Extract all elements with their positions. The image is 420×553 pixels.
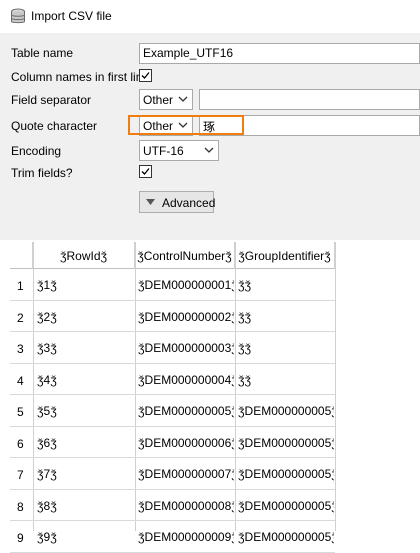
import-options-form: Table name Example_UTF16 Column names in…	[0, 33, 420, 240]
table-row[interactable]: 9 ǯ9ǯ ǯDEM000000009ǯ ǯDEM000000005ǯ	[10, 521, 335, 553]
table-cell[interactable]: ǯDEM000000002ǯ	[138, 310, 234, 324]
table-cell[interactable]: ǯDEM000000007ǯ	[138, 467, 234, 481]
table-cell[interactable]: ǯDEM000000005ǯ	[238, 499, 334, 513]
table-cell[interactable]: ǯ3ǯ	[37, 341, 133, 355]
row-number: 6	[17, 436, 24, 451]
field-separator-custom-input[interactable]	[199, 89, 420, 110]
table-cell[interactable]: ǯǯ	[238, 278, 334, 292]
advanced-button[interactable]: Advanced	[139, 191, 216, 213]
table-cell[interactable]: ǯǯ	[238, 373, 334, 387]
column-names-checkbox[interactable]	[139, 69, 152, 82]
table-cell[interactable]: ǯDEM000000005ǯ	[138, 404, 234, 418]
row-number: 1	[17, 279, 24, 293]
chevron-down-icon	[204, 147, 214, 153]
table-name-input[interactable]: Example_UTF16	[139, 43, 420, 64]
table-cell[interactable]: ǯDEM000000005ǯ	[238, 404, 334, 418]
encoding-label: Encoding	[11, 144, 62, 158]
column-header-rowid[interactable]: ǯRowIdǯ	[33, 242, 135, 269]
quote-character-label: Quote character	[11, 119, 98, 133]
row-number: 8	[17, 499, 24, 514]
table-cell[interactable]: ǯDEM000000001ǯ	[138, 278, 234, 292]
row-number: 2	[17, 310, 24, 325]
table-cell[interactable]: ǯ9ǯ	[37, 530, 133, 544]
table-row[interactable]: 5 ǯ5ǯ ǯDEM000000005ǯ ǯDEM000000005ǯ	[10, 395, 335, 427]
table-row[interactable]: 7 ǯ7ǯ ǯDEM000000007ǯ ǯDEM000000005ǯ	[10, 458, 335, 490]
table-row[interactable]: 8 ǯ8ǯ ǯDEM000000008ǯ ǯDEM000000005ǯ	[10, 490, 335, 521]
table-cell[interactable]: ǯ6ǯ	[37, 436, 133, 450]
table-cell[interactable]: ǯ2ǯ	[37, 310, 133, 324]
quote-character-value: Other	[143, 119, 174, 133]
table-row[interactable]: 4 ǯ4ǯ ǯDEM000000004ǯ ǯǯ	[10, 364, 335, 395]
trim-fields-checkbox[interactable]	[139, 165, 152, 178]
row-number: 9	[17, 531, 24, 545]
row-number: 7	[17, 468, 24, 482]
row-number: 3	[17, 342, 24, 356]
quote-character-select[interactable]: Other	[139, 115, 193, 136]
table-cell[interactable]: ǯDEM000000004ǯ	[138, 373, 234, 387]
checkmark-icon	[141, 168, 150, 175]
table-cell[interactable]: ǯDEM000000008ǯ	[138, 499, 234, 513]
row-number: 4	[17, 373, 24, 388]
chevron-down-icon	[178, 122, 188, 128]
field-separator-select[interactable]: Other	[139, 89, 193, 110]
advanced-button-label: Advanced	[162, 196, 216, 210]
checkmark-icon	[141, 72, 150, 79]
table-cell[interactable]: ǯDEM000000005ǯ	[238, 530, 334, 544]
table-cell[interactable]: ǯ8ǯ	[37, 499, 133, 513]
table-row[interactable]: 3 ǯ3ǯ ǯDEM000000003ǯ ǯǯ	[10, 332, 335, 364]
table-cell[interactable]: ǯDEM000000005ǯ	[238, 467, 334, 481]
table-cell[interactable]: ǯǯ	[238, 310, 334, 324]
field-separator-value: Other	[143, 93, 174, 107]
table-cell[interactable]: ǯDEM000000006ǯ	[138, 436, 234, 450]
table-cell[interactable]: ǯ4ǯ	[37, 373, 133, 387]
trim-fields-label: Trim fields?	[11, 166, 73, 180]
window-title: Import CSV file	[31, 9, 112, 23]
title-bar: Import CSV file	[0, 0, 420, 33]
table-cell[interactable]: ǯǯ	[238, 341, 334, 355]
encoding-value: UTF-16	[143, 144, 184, 158]
encoding-select[interactable]: UTF-16	[139, 140, 219, 161]
column-header-controlnumber[interactable]: ǯControlNumberǯ	[135, 242, 235, 269]
quote-character-custom-input[interactable]: 琢	[199, 115, 420, 136]
row-number-header	[10, 242, 33, 269]
table-row[interactable]: 6 ǯ6ǯ ǯDEM000000006ǯ ǯDEM000000005ǯ	[10, 427, 335, 458]
column-names-label: Column names in first line	[11, 70, 150, 84]
field-separator-label: Field separator	[11, 93, 92, 107]
preview-table[interactable]: ǯRowIdǯ ǯControlNumberǯ ǯGroupIdentifier…	[10, 242, 420, 553]
table-cell[interactable]: ǯ7ǯ	[37, 467, 133, 481]
table-cell[interactable]: ǯDEM000000009ǯ	[138, 530, 234, 544]
row-divider	[10, 551, 335, 553]
table-cell[interactable]: ǯ1ǯ	[37, 278, 133, 292]
table-row[interactable]: 1 ǯ1ǯ ǯDEM000000001ǯ ǯǯ	[10, 269, 335, 301]
table-cell[interactable]: ǯDEM000000003ǯ	[138, 341, 234, 355]
triangle-down-icon	[146, 199, 155, 205]
table-cell[interactable]: ǯ5ǯ	[37, 404, 133, 418]
column-header-groupidentifier[interactable]: ǯGroupIdentifierǯ	[235, 242, 335, 269]
table-name-label: Table name	[11, 46, 74, 60]
table-row[interactable]: 2 ǯ2ǯ ǯDEM000000002ǯ ǯǯ	[10, 301, 335, 332]
chevron-down-icon	[178, 96, 188, 102]
row-number: 5	[17, 405, 24, 419]
table-cell[interactable]: ǯDEM000000005ǯ	[238, 436, 334, 450]
database-icon	[11, 8, 25, 24]
column-divider	[335, 242, 336, 531]
